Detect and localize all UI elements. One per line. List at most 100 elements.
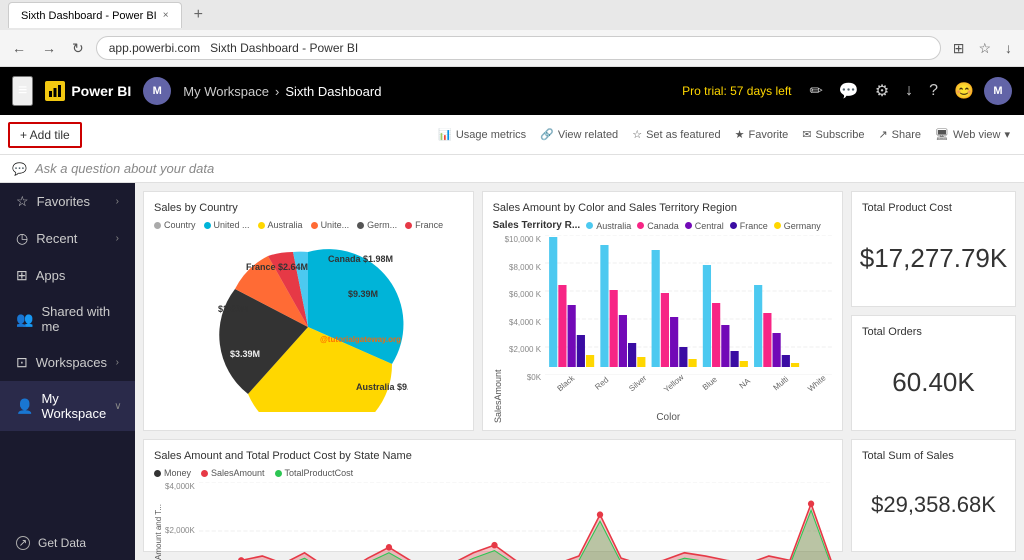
edit-button[interactable]: ✏ xyxy=(804,77,829,105)
logo-text: Power BI xyxy=(71,83,131,99)
pie-chart-container: @tutorialgateway.org $9.39M Australia $9… xyxy=(154,234,463,420)
get-data-button[interactable]: ↗ Get Data xyxy=(0,526,135,560)
line-legend: Money SalesAmount TotalProductCost xyxy=(154,468,832,478)
sidebar-item-favorites[interactable]: ☆ Favorites › xyxy=(0,183,135,220)
line-legend-cost: TotalProductCost xyxy=(275,468,354,478)
help-button[interactable]: ? xyxy=(923,78,944,104)
workspaces-label: Workspaces xyxy=(36,355,108,370)
line-legend-sales: SalesAmount xyxy=(201,468,265,478)
total-orders-tile: Total Orders 60.40K xyxy=(851,315,1016,431)
download-nav-button[interactable]: ↓ xyxy=(899,78,919,104)
view-related-button[interactable]: 🔗 View related xyxy=(534,124,624,145)
favorites-arrow: › xyxy=(116,196,119,207)
total-sum-sales-title: Total Sum of Sales xyxy=(862,450,1005,462)
favorite-icon: ★ xyxy=(735,128,745,141)
legend-germany: Germ... xyxy=(357,220,397,230)
apps-icon: ⊞ xyxy=(16,267,28,284)
legend-france: France xyxy=(405,220,443,230)
logo-icon xyxy=(45,81,65,101)
extensions-button[interactable]: ⊞ xyxy=(949,38,969,59)
breadcrumb-separator: › xyxy=(275,84,279,99)
user-avatar[interactable]: M xyxy=(143,77,171,105)
comment-button[interactable]: 💬 xyxy=(833,77,865,105)
main-content: Sales by Country Country United ... A xyxy=(135,183,1024,560)
forward-button[interactable]: → xyxy=(38,38,60,58)
featured-icon: ☆ xyxy=(632,128,642,141)
favorite-button[interactable]: ★ Favorite xyxy=(729,124,795,145)
line-with-yaxis: $4,000K $2,000K $0K xyxy=(165,482,832,560)
sub-nav: + Add tile 📊 Usage metrics 🔗 View relate… xyxy=(0,115,1024,155)
subscribe-button[interactable]: ✉ Subscribe xyxy=(796,124,870,145)
sales-by-color-tile: Sales Amount by Color and Sales Territor… xyxy=(482,191,843,431)
tab-bar: Sixth Dashboard - Power BI × + xyxy=(0,0,1024,30)
total-orders-title: Total Orders xyxy=(862,326,1005,338)
line-inner: $4,000K $2,000K $0K xyxy=(165,482,832,560)
sidebar-item-shared[interactable]: 👥 Shared with me xyxy=(0,294,135,344)
bar-y-labels: $10,000 K $8,000 K $6,000 K $4,000 K $2,… xyxy=(505,235,545,398)
svg-text:Canada $1.98M: Canada $1.98M xyxy=(328,254,393,264)
line-y-title: SalesAmount and T... xyxy=(154,482,163,560)
workspace-breadcrumb[interactable]: My Workspace xyxy=(183,84,269,99)
power-bi-logo: Power BI xyxy=(45,81,131,101)
bar-chart-area: SalesAmount $10,000 K $8,000 K $6,000 K … xyxy=(493,235,832,423)
line-y-labels: $4,000K $2,000K $0K xyxy=(165,482,199,560)
workspaces-arrow: › xyxy=(116,357,119,368)
download-button[interactable]: ↓ xyxy=(1001,38,1016,58)
legend-australia-dot xyxy=(258,222,265,229)
recent-label: Recent xyxy=(36,231,107,246)
legend-germany-dot xyxy=(357,222,364,229)
browser-chrome: Sixth Dashboard - Power BI × + ← → ↻ ⊞ ☆… xyxy=(0,0,1024,67)
bookmark-button[interactable]: ☆ xyxy=(974,38,995,59)
sidebar-item-my-workspace[interactable]: 👤 My Workspace ∨ xyxy=(0,381,135,431)
legend-unite-dot xyxy=(311,222,318,229)
bar-grid-lines xyxy=(545,235,832,375)
usage-metrics-icon: 📊 xyxy=(438,128,452,141)
new-tab-button[interactable]: + xyxy=(186,6,211,24)
legend-france-dot xyxy=(405,222,412,229)
sidebar-item-recent[interactable]: ◷ Recent › xyxy=(0,220,135,257)
sidebar-item-apps[interactable]: ⊞ Apps xyxy=(0,257,135,294)
bar-area: Black Red Silver Yellow Blue NA Multi Wh… xyxy=(545,235,832,398)
shared-label: Shared with me xyxy=(41,304,119,334)
address-bar: ← → ↻ ⊞ ☆ ↓ xyxy=(0,30,1024,66)
breadcrumb: My Workspace › Sixth Dashboard xyxy=(183,84,381,99)
get-data-label: Get Data xyxy=(38,536,86,550)
workspaces-icon: ⊡ xyxy=(16,354,28,371)
bar-legend-germany: Germany xyxy=(774,221,821,231)
sales-dot xyxy=(201,470,208,477)
sidebar-item-workspaces[interactable]: ⊡ Workspaces › xyxy=(0,344,135,381)
active-tab[interactable]: Sixth Dashboard - Power BI × xyxy=(8,2,182,28)
web-view-button[interactable]: 🖥 Web view ▾ xyxy=(929,124,1016,145)
bar-chart-inner: $10,000 K $8,000 K $6,000 K $4,000 K $2,… xyxy=(505,235,832,423)
user-profile-avatar[interactable]: M xyxy=(984,77,1012,105)
cost-dot xyxy=(275,470,282,477)
emoji-button[interactable]: 😊 xyxy=(948,77,980,105)
usage-metrics-button[interactable]: 📊 Usage metrics xyxy=(432,124,532,145)
pie-legend: Country United ... Australia Unite. xyxy=(154,220,463,230)
url-input[interactable] xyxy=(96,36,941,60)
sales-by-country-tile: Sales by Country Country United ... A xyxy=(143,191,474,431)
sidebar-bottom: ↗ Get Data xyxy=(0,526,135,560)
share-button[interactable]: ↗ Share xyxy=(872,124,927,145)
hamburger-menu[interactable]: ≡ xyxy=(12,76,33,106)
kpi-column: Total Product Cost $17,277.79K Total Ord… xyxy=(851,191,1016,431)
line-legend-money: Money xyxy=(154,468,191,478)
tab-close-button[interactable]: × xyxy=(163,10,169,21)
pie-title: Sales by Country xyxy=(154,202,463,214)
svg-text:@tutorialgateway.org: @tutorialgateway.org xyxy=(320,335,401,344)
bar-title: Sales Amount by Color and Sales Territor… xyxy=(493,202,832,214)
refresh-button[interactable]: ↻ xyxy=(68,38,88,59)
subscribe-icon: ✉ xyxy=(802,128,811,141)
my-workspace-icon: 👤 xyxy=(16,398,33,415)
total-product-cost-value: $17,277.79K xyxy=(862,220,1005,296)
pie-chart-svg: @tutorialgateway.org $9.39M Australia $9… xyxy=(208,242,408,412)
ask-question-bar[interactable]: 💬 Ask a question about your data xyxy=(0,155,1024,183)
recent-arrow: › xyxy=(116,233,119,244)
bar-legend: Australia Canada Central France Germany xyxy=(586,221,821,231)
svg-text:Australia $9.06M: Australia $9.06M xyxy=(356,382,408,392)
back-button[interactable]: ← xyxy=(8,38,30,58)
legend-united-dot xyxy=(204,222,211,229)
set-featured-button[interactable]: ☆ Set as featured xyxy=(626,124,726,145)
settings-button[interactable]: ⚙ xyxy=(869,77,895,105)
add-tile-button[interactable]: + Add tile xyxy=(8,122,82,148)
